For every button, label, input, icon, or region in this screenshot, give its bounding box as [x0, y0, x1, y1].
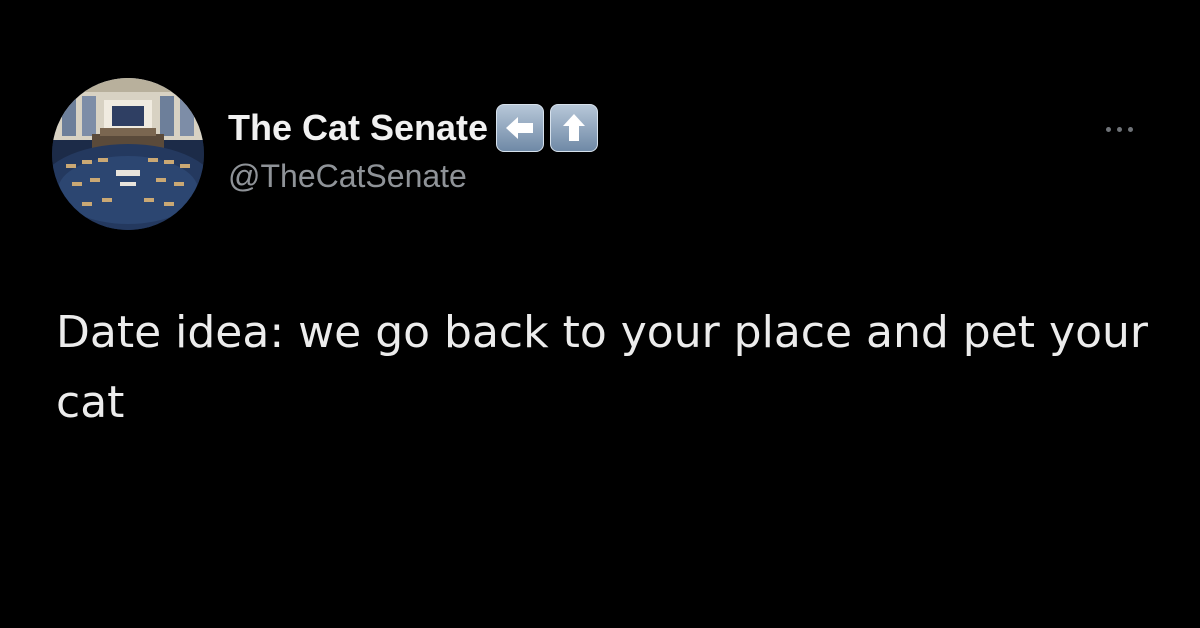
user-handle[interactable]: @TheCatSenate	[228, 158, 598, 195]
senate-chamber-avatar	[52, 78, 204, 230]
display-name[interactable]: The Cat Senate	[228, 107, 488, 149]
menu-dot	[1116, 126, 1122, 132]
left-arrow-emoji-icon	[496, 104, 545, 152]
profile-avatar[interactable]	[52, 78, 204, 230]
author-info: The Cat Senate @TheCatSenate	[228, 104, 599, 195]
name-row: The Cat Senate	[228, 104, 599, 152]
tweet-text: Date idea: we go back to your place and …	[56, 307, 1148, 428]
up-arrow-emoji-icon	[550, 104, 599, 152]
tweet-card: The Cat Senate @TheCatSenate Date idea: …	[0, 0, 1200, 628]
menu-dot	[1105, 126, 1111, 132]
more-horizontal-icon[interactable]	[1094, 114, 1144, 144]
menu-dot	[1127, 126, 1133, 132]
